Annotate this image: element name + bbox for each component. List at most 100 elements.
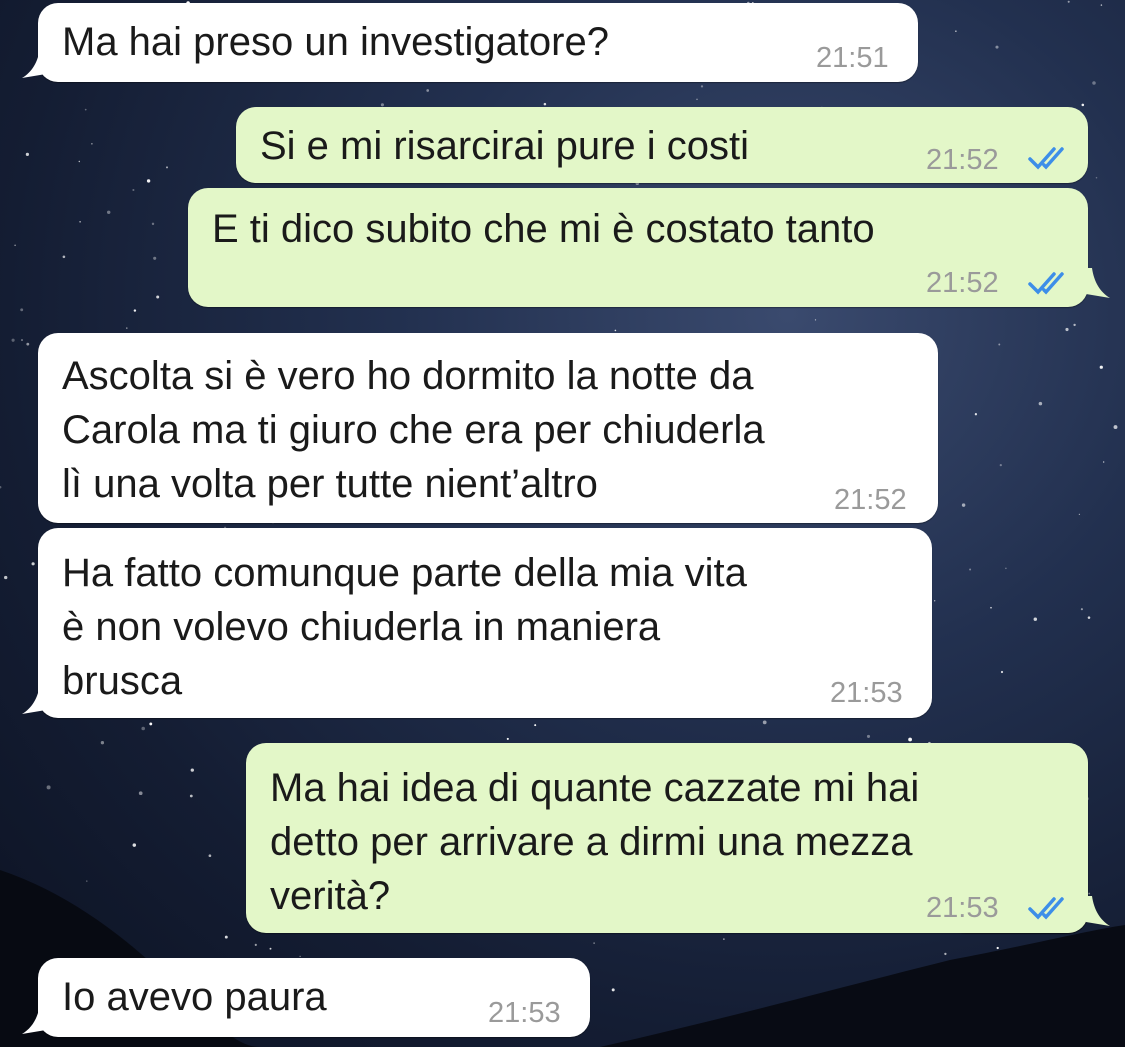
star (31, 562, 35, 566)
star (866, 734, 871, 738)
bubble-tail (22, 48, 46, 78)
message-bubble-incoming[interactable]: Ha fatto comunque parte della mia vita è… (38, 528, 932, 718)
message-timestamp: 21:52 (926, 267, 999, 299)
star (62, 255, 66, 259)
double-check-icon (1028, 272, 1064, 295)
star (614, 329, 617, 332)
star (254, 943, 257, 947)
message-line: Ascolta si è vero ho dormito la notte da (62, 354, 754, 398)
star (11, 338, 15, 342)
message-line: brusca (62, 659, 183, 703)
message-line: Ma hai idea di quante cazzate mi hai (270, 766, 920, 810)
star (380, 103, 384, 107)
message-text: Si e mi risarcirai pure i costi (260, 124, 750, 168)
message-line: Carola ma ti giuro che era per chiuderla (62, 408, 765, 452)
double-check-icon (1028, 897, 1064, 920)
star (995, 45, 999, 49)
star (20, 308, 24, 312)
star (1000, 670, 1004, 674)
star (1113, 425, 1118, 430)
star (543, 102, 547, 106)
message-line: detto per arrivare a dirmi una mezza (270, 820, 913, 864)
star (1078, 513, 1081, 516)
star (141, 726, 145, 731)
star (426, 89, 430, 92)
star (78, 160, 81, 163)
message-text: Ma hai preso un investigatore? (62, 20, 609, 64)
star (1081, 103, 1085, 107)
message-bubble-outgoing[interactable]: Si e mi risarcirai pure i costi 21:52 (236, 107, 1088, 183)
bubble-tail (22, 684, 46, 714)
message-bubble-incoming[interactable]: Ascolta si è vero ho dormito la notte da… (38, 333, 938, 523)
message-text: E ti dico subito che mi è costato tanto (212, 207, 875, 251)
star (990, 606, 992, 609)
message-line: Ha fatto comunque parte della mia vita (62, 551, 747, 595)
star (189, 794, 193, 798)
message-bubble-incoming[interactable]: Io avevo paura 21:53 (38, 958, 590, 1037)
message-bubble-incoming[interactable]: Ma hai preso un investigatore? 21:51 (38, 3, 918, 82)
star (26, 342, 30, 346)
message-line: è non volevo chiuderla in maniera (62, 605, 661, 649)
star (1087, 616, 1091, 619)
star (0, 485, 2, 489)
star (999, 463, 1002, 467)
bubble-tail (1086, 896, 1110, 926)
star (955, 30, 957, 32)
star (1095, 176, 1098, 179)
star (84, 108, 87, 111)
message-timestamp: 21:51 (816, 42, 889, 74)
message-timestamp: 21:53 (488, 997, 561, 1029)
star (146, 179, 151, 183)
star (126, 327, 128, 329)
star (974, 413, 978, 416)
star (138, 791, 143, 796)
star (156, 295, 160, 299)
message-timestamp: 21:52 (926, 144, 999, 176)
star (930, 982, 934, 987)
star (91, 142, 93, 145)
star (934, 600, 936, 602)
star (46, 785, 51, 790)
star (1080, 608, 1083, 611)
message-timestamp: 21:53 (926, 892, 999, 924)
star (153, 256, 157, 260)
star (132, 843, 137, 847)
message-bubble-outgoing[interactable]: Ma hai idea di quante cazzate mi hai det… (246, 743, 1088, 933)
star (696, 98, 698, 101)
star (762, 720, 767, 725)
star (700, 85, 704, 88)
message-text: Io avevo paura (62, 975, 327, 1019)
message-line: lì una volta per tutte nient’altro (62, 462, 598, 506)
star (2, 976, 6, 980)
star (86, 880, 88, 882)
star (534, 724, 537, 727)
star (723, 938, 725, 940)
star (190, 768, 194, 772)
message-line: verità? (270, 874, 391, 918)
star (1073, 323, 1076, 327)
bubble-tail (22, 1004, 46, 1034)
star (611, 988, 615, 992)
star (151, 222, 155, 226)
star (299, 955, 301, 958)
star (208, 854, 212, 858)
star (814, 319, 817, 321)
star (100, 741, 105, 745)
star (106, 210, 111, 215)
star (269, 947, 272, 950)
star (166, 166, 168, 169)
star (969, 568, 972, 571)
star (1033, 617, 1038, 621)
star (1005, 567, 1007, 570)
star (132, 188, 135, 192)
star (908, 737, 912, 742)
star (961, 503, 966, 507)
star (149, 722, 153, 726)
star (1092, 81, 1096, 85)
star (593, 942, 595, 944)
message-bubble-outgoing[interactable]: E ti dico subito che mi è costato tanto … (188, 188, 1088, 307)
star (133, 309, 137, 312)
star (1038, 401, 1043, 406)
message-timestamp: 21:53 (830, 677, 903, 709)
star (14, 244, 16, 247)
